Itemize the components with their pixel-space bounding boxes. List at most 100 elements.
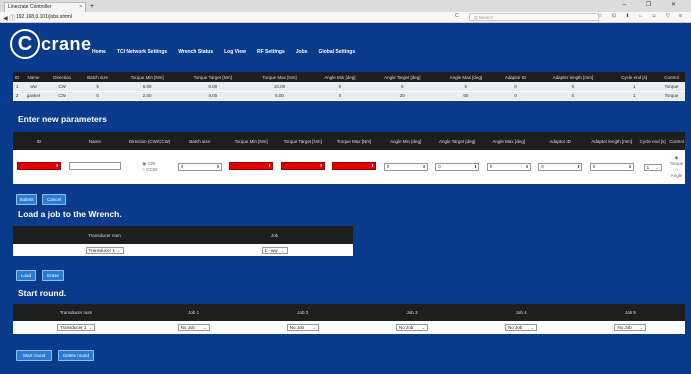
- table-cell: 0: [311, 82, 369, 92]
- spinner-icon[interactable]: ⬍: [628, 164, 631, 170]
- angle-max-input[interactable]: 0 ⬍: [486, 163, 531, 171]
- table-cell: Torque: [658, 82, 685, 92]
- cycle-end-value: 1: [646, 164, 650, 170]
- round-job-3-value: No Job: [398, 325, 414, 330]
- load-job-header: Transducer num Job: [13, 226, 353, 244]
- spinner-icon[interactable]: ⬍: [422, 164, 425, 170]
- crane-logo: C crane: [10, 29, 92, 59]
- adapter-length-input[interactable]: 0 ⬍: [589, 163, 634, 171]
- adaptor-id-input[interactable]: 0 ⬍: [538, 163, 583, 171]
- menu-rf-settings[interactable]: RF Settings: [257, 49, 285, 55]
- table-cell: 0: [435, 82, 496, 92]
- chevron-down-icon: ⌄: [88, 325, 92, 330]
- table-cell: CW: [45, 82, 79, 92]
- spinner-icon[interactable]: ⬍: [319, 163, 322, 169]
- direction-ccw-radio[interactable]: ○ CCW: [142, 167, 157, 173]
- round-job-1-value: No Job: [180, 325, 195, 330]
- menu-wrench-status[interactable]: Wrench Status: [178, 49, 213, 55]
- cycle-end-select[interactable]: 1 ⌄: [643, 163, 662, 171]
- table-cell: 60: [435, 91, 496, 101]
- table-cell: 0: [535, 82, 611, 92]
- table-cell: 2: [13, 91, 22, 101]
- col-control: Control: [667, 132, 685, 150]
- url-input[interactable]: 192.168.0.101/jobs.shtml: [16, 14, 72, 20]
- spinner-icon[interactable]: ⬍: [474, 164, 477, 170]
- col-torque-min: Torque Min [Nm]: [116, 72, 178, 82]
- new-tab-icon[interactable]: +: [90, 2, 94, 11]
- spinner-icon[interactable]: ⬍: [216, 164, 219, 170]
- col-torque-min: Torque Min [Nm]: [225, 132, 277, 150]
- round-title: Start round.: [18, 288, 67, 298]
- col-adaptor-id: Adaptor ID: [534, 132, 586, 150]
- table-cell: 0: [495, 82, 536, 92]
- round-job-1-select[interactable]: No Job ⌄: [177, 324, 210, 331]
- col-id: ID: [13, 72, 22, 82]
- col-torque-max: Torque Max [Nm]: [328, 132, 380, 150]
- torque-min-input[interactable]: ⬍: [229, 162, 274, 170]
- control-angle-label: Angle: [670, 173, 683, 178]
- round-job-3-select[interactable]: No Job ⌄: [395, 324, 428, 331]
- back-icon[interactable]: ◀ ⓘ: [3, 13, 15, 22]
- round-transducer-select[interactable]: Transducer 1 ⌄: [57, 324, 95, 331]
- submit-button[interactable]: Submit: [16, 194, 37, 205]
- browser-search-input[interactable]: Q Search: [469, 13, 599, 21]
- spinner-icon[interactable]: ⬍: [525, 164, 528, 170]
- spinner-icon[interactable]: ⬍: [55, 163, 58, 169]
- spinner-icon[interactable]: ⬍: [268, 163, 271, 169]
- load-job-select[interactable]: 1 - ww ⌄: [261, 246, 288, 254]
- torque-max-input[interactable]: ⬍: [332, 162, 377, 170]
- browser-tabbar: Linecrate Controller × + – ❐ ✕: [0, 0, 691, 12]
- round-transducer-value: Transducer 1: [60, 325, 87, 330]
- round-table: Transducer num Job 1 Job 2 Job 3 Job 4 J…: [13, 304, 685, 334]
- close-tab-icon[interactable]: ×: [79, 3, 82, 12]
- table-cell: 8.00: [177, 82, 248, 92]
- spinner-icon[interactable]: ⬍: [371, 163, 374, 169]
- erase-button[interactable]: Erase: [42, 270, 64, 281]
- col-name: Name: [64, 132, 126, 150]
- col-direction: Direction: [45, 72, 79, 82]
- load-job-title: Load a job to the Wrench.: [18, 209, 122, 219]
- menu-tci-network-settings[interactable]: TCI Network Settings: [117, 49, 167, 55]
- col-torque-max: Torque Max [Nm]: [247, 72, 312, 82]
- chevron-down-icon: ⌄: [203, 325, 207, 330]
- angle-min-input[interactable]: 0 ⬍: [383, 163, 428, 171]
- adaptor-id-value: 0: [541, 164, 544, 169]
- menu-jobs[interactable]: Jobs: [296, 49, 308, 55]
- col-cycle-end: Cycle end [s]: [637, 132, 668, 150]
- menu-home[interactable]: Home: [92, 49, 106, 55]
- direction-radio-group: ◉ CW ○ CCW: [142, 161, 157, 173]
- col-job-5: Job 5: [575, 304, 685, 321]
- col-angle-min: Angle Min [deg]: [379, 132, 432, 150]
- cancel-button[interactable]: Cancel: [42, 194, 66, 205]
- toolbar-icons[interactable]: ☆ ⊡ ⬇ ⌂ ☺ ▽ ≡: [598, 13, 686, 19]
- table-cell: Torque: [658, 91, 685, 101]
- table-cell: 0: [495, 91, 536, 101]
- browser-tab[interactable]: Linecrate Controller ×: [4, 2, 86, 12]
- round-job-2-select[interactable]: No Job ⌄: [286, 324, 319, 331]
- delete-round-button[interactable]: Delete round: [58, 350, 94, 361]
- menu-log-view[interactable]: Log View: [224, 49, 246, 55]
- col-transducer-num: Transducer num: [13, 226, 196, 244]
- adapter-length-value: 0: [592, 164, 596, 169]
- round-job-4-select[interactable]: No Job ⌄: [505, 324, 538, 331]
- round-job-5-select[interactable]: No Job ⌄: [614, 324, 647, 331]
- menu-global-settings[interactable]: Global Settings: [318, 49, 355, 55]
- col-id: ID: [13, 132, 65, 150]
- col-torque-target: Torque Target [Nm]: [276, 132, 329, 150]
- load-transducer-select[interactable]: Transducer 1 ⌄: [85, 246, 124, 254]
- new-params-title: Enter new parameters: [18, 114, 107, 124]
- load-button[interactable]: Load: [16, 270, 36, 281]
- spinner-icon[interactable]: ⬍: [577, 164, 580, 170]
- col-angle-max: Angle Max [deg]: [435, 72, 496, 82]
- start-round-button[interactable]: Start round: [16, 350, 52, 361]
- table-cell: 0: [368, 82, 436, 92]
- window-controls[interactable]: – ❐ ✕: [623, 1, 685, 8]
- angle-target-input[interactable]: 0 ⬍: [435, 163, 480, 171]
- reload-icon[interactable]: C: [455, 13, 459, 19]
- torque-target-input[interactable]: ⬍: [280, 162, 325, 170]
- batch-size-input[interactable]: 0 ⬍: [177, 163, 222, 171]
- round-header: Transducer num Job 1 Job 2 Job 3 Job 4 J…: [13, 304, 685, 321]
- name-input[interactable]: [68, 162, 121, 170]
- id-input[interactable]: ⬍: [16, 162, 61, 170]
- round-row: Transducer 1 ⌄ No Job ⌄ No Job ⌄ No Job ⌄ No…: [13, 321, 685, 334]
